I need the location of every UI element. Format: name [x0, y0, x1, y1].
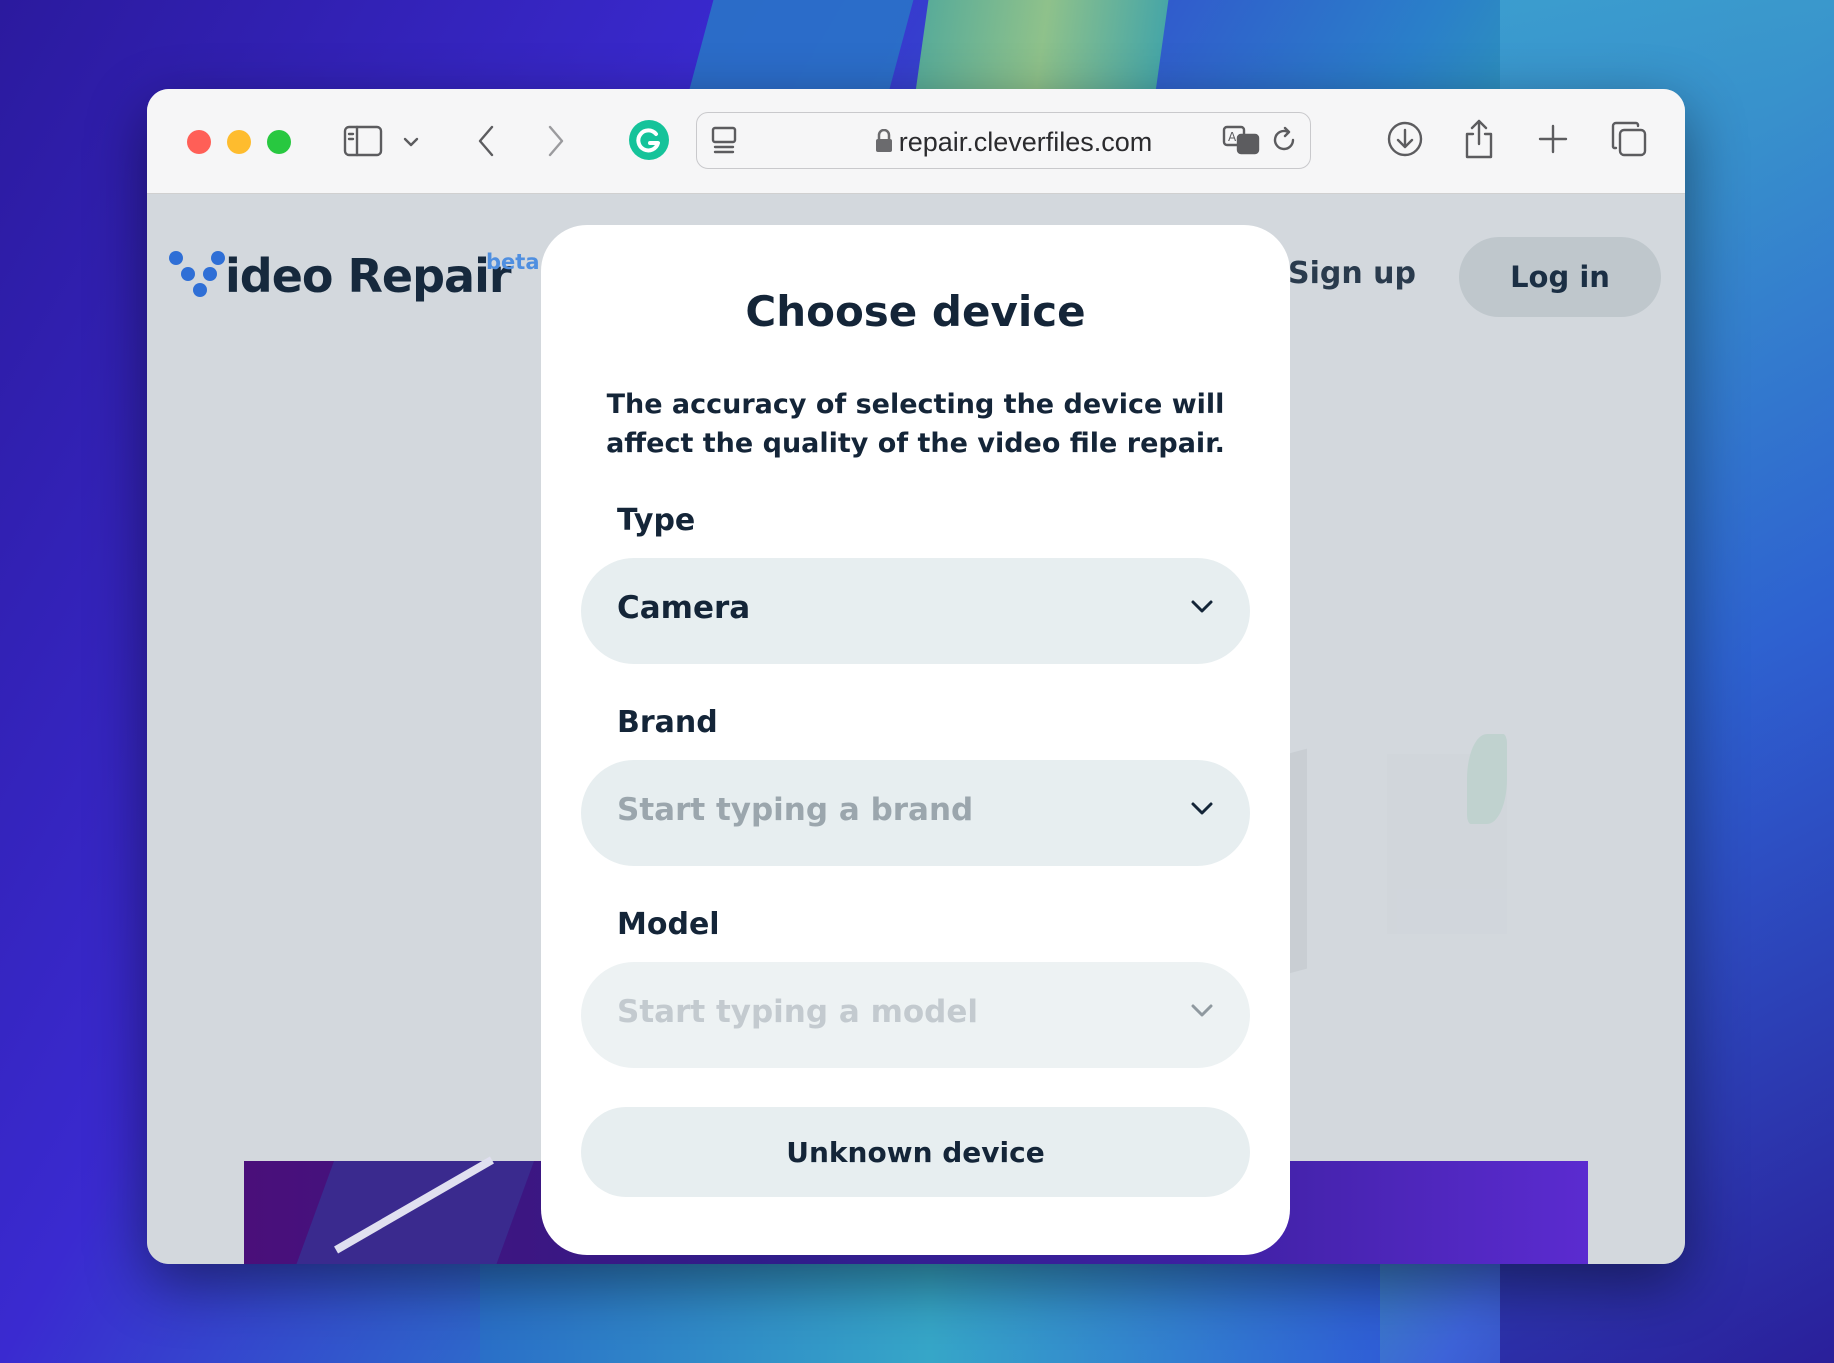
dialog-description: The accuracy of selecting the device wil… [606, 389, 1225, 459]
type-label: Type [617, 503, 696, 538]
model-label: Model [617, 907, 720, 942]
close-window-button[interactable] [187, 130, 211, 154]
model-placeholder: Start typing a model [617, 994, 979, 1030]
browser-window: repair.cleverfiles.com A ideo Repair bet… [147, 89, 1685, 1264]
chevron-down-icon [1190, 598, 1214, 618]
url-text: repair.cleverfiles.com [898, 127, 1153, 157]
logo-dots-icon [169, 251, 225, 303]
brand-input[interactable]: Start typing a brand [581, 760, 1250, 866]
choose-device-dialog: Choose device The accuracy of selecting … [541, 225, 1290, 1255]
unknown-device-button[interactable]: Unknown device [581, 1107, 1250, 1197]
type-value: Camera [617, 590, 751, 626]
reload-icon[interactable] [1269, 125, 1299, 155]
chevron-down-icon [1190, 800, 1214, 820]
browser-toolbar: repair.cleverfiles.com A [147, 89, 1685, 194]
share-icon[interactable] [1461, 117, 1497, 161]
web-page: ideo Repair beta Sign up Log in Choose d… [147, 194, 1685, 1264]
address-bar[interactable]: repair.cleverfiles.com A [696, 112, 1311, 169]
site-logo[interactable]: ideo Repair [169, 249, 512, 303]
new-tab-icon[interactable] [1535, 121, 1571, 157]
type-select[interactable]: Camera [581, 558, 1250, 664]
logo-text: ideo Repair [225, 249, 512, 303]
background-illustration [1247, 714, 1547, 1114]
forward-icon[interactable] [541, 123, 571, 159]
svg-text:A: A [1228, 130, 1237, 144]
signup-link[interactable]: Sign up [1288, 256, 1416, 291]
minimize-window-button[interactable] [227, 130, 251, 154]
model-input[interactable]: Start typing a model [581, 962, 1250, 1068]
chevron-down-icon[interactable] [401, 132, 421, 152]
brand-placeholder: Start typing a brand [617, 792, 974, 828]
grammarly-icon[interactable] [628, 119, 670, 161]
back-icon[interactable] [471, 123, 501, 159]
zoom-window-button[interactable] [267, 130, 291, 154]
dialog-title: Choose device [745, 287, 1086, 336]
chevron-down-icon [1190, 1002, 1214, 1022]
lock-icon [875, 128, 893, 152]
tab-overview-icon[interactable] [1609, 119, 1649, 159]
sidebar-toggle-icon[interactable] [341, 122, 385, 160]
translate-icon[interactable]: A [1222, 125, 1262, 155]
login-button[interactable]: Log in [1459, 237, 1661, 317]
beta-badge: beta [486, 250, 540, 274]
downloads-icon[interactable] [1385, 119, 1425, 159]
brand-label: Brand [617, 705, 718, 740]
